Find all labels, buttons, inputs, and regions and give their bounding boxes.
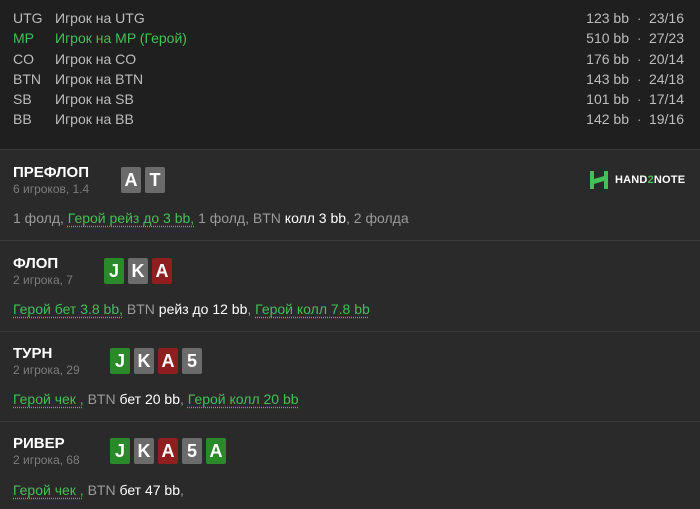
player-stack: 123 bb <box>586 10 629 26</box>
separator-dot: · <box>637 70 642 87</box>
street-title: ПРЕФЛОП <box>13 164 89 181</box>
hero-action: Герой бет 3.8 bb, <box>13 301 124 317</box>
street-actions: Герой чек , BTN бет 47 bb, <box>13 482 184 498</box>
player-stat: 27/23 <box>648 30 684 47</box>
hero-action: Герой колл 7.8 bb <box>255 301 370 317</box>
player-stat: 17/14 <box>648 91 684 108</box>
player-name: Игрок на UTG <box>55 10 145 26</box>
card: J <box>110 438 130 464</box>
separator-dot: · <box>637 30 642 47</box>
action-text: BTN <box>83 391 120 407</box>
card: 5 <box>182 348 202 374</box>
action-text: , <box>180 482 184 498</box>
card: A <box>152 258 172 284</box>
hole-cards: A T <box>121 167 165 193</box>
street-river: РИВЕР 2 игрока, 68 J K A 5 A Герой чек ,… <box>0 421 700 509</box>
opponent-action: колл 3 bb <box>284 210 347 226</box>
board-cards: J K A <box>104 258 172 284</box>
player-stat: 24/18 <box>648 70 684 87</box>
street-subtitle: 2 игрока, 29 <box>13 363 80 377</box>
street-subtitle: 2 игрока, 7 <box>13 273 73 287</box>
street-subtitle: 2 игрока, 68 <box>13 453 80 467</box>
street-title: РИВЕР <box>13 435 65 452</box>
player-position: BB <box>13 111 32 128</box>
action-text: 1 фолд, <box>13 210 68 226</box>
opponent-action: бет 20 bb <box>119 391 181 407</box>
hero-action: Герой колл 20 bb <box>187 391 299 407</box>
player-stack: 143 bb <box>586 70 629 87</box>
player-name: Игрок на BTN <box>55 70 144 87</box>
separator-dot: · <box>637 10 642 26</box>
player-name: Игрок на BB <box>55 111 134 128</box>
player-position: UTG <box>13 10 43 26</box>
card: K <box>134 348 154 374</box>
card: J <box>110 348 130 374</box>
action-text: , 2 фолда <box>346 210 409 226</box>
card: A <box>121 167 141 193</box>
player-stack: 510 bb <box>586 30 629 47</box>
street-flop: ФЛОП 2 игрока, 7 J K A Герой бет 3.8 bb,… <box>0 240 700 331</box>
player-stat: 19/16 <box>648 111 684 128</box>
player-stat: 23/16 <box>648 10 684 26</box>
street-preflop: ПРЕФЛОП 6 игроков, 1.4 A T HAND2NOTE 1 ф… <box>0 149 700 240</box>
action-text: BTN <box>123 301 159 317</box>
card: A <box>206 438 226 464</box>
street-title: ТУРН <box>13 345 53 362</box>
street-actions: Герой бет 3.8 bb, BTN рейз до 12 bb, Гер… <box>13 301 370 317</box>
hand2note-logo-icon <box>590 171 608 189</box>
hand2note-logo: HAND2NOTE <box>589 170 685 190</box>
street-actions: Герой чек , BTN бет 20 bb, Герой колл 20… <box>13 391 299 407</box>
street-actions: 1 фолд, Герой рейз до 3 bb, 1 фолд, BTN … <box>13 210 409 226</box>
player-row-sb: SB Игрок на SB 101 bb · 17/14 <box>0 89 700 109</box>
player-row-btn: BTN Игрок на BTN 143 bb · 24/18 <box>0 69 700 89</box>
card: J <box>104 258 124 284</box>
player-name: Игрок на CO <box>55 50 137 67</box>
action-text: 1 фолд, BTN <box>194 210 285 226</box>
player-stack: 142 bb <box>586 111 629 128</box>
player-stack: 101 bb <box>586 91 629 108</box>
player-row-bb: BB Игрок на BB 142 bb · 19/16 <box>0 109 700 129</box>
hero-action: Герой чек , <box>13 391 84 407</box>
player-row-co: CO Игрок на CO 176 bb · 20/14 <box>0 49 700 69</box>
player-stack: 176 bb <box>586 50 629 67</box>
action-text: BTN <box>83 482 120 498</box>
player-row-utg: UTG Игрок на UTG 123 bb · 23/16 <box>0 8 700 28</box>
player-name: Игрок на SB <box>55 91 134 108</box>
hand2note-logo-text: HAND2NOTE <box>615 174 686 186</box>
board-cards: J K A 5 A <box>110 438 226 464</box>
opponent-action: рейз до 12 bb <box>158 301 248 317</box>
card: K <box>134 438 154 464</box>
separator-dot: · <box>637 50 642 67</box>
player-stat: 20/14 <box>648 50 684 67</box>
separator-dot: · <box>637 91 642 108</box>
players-table: UTG Игрок на UTG 123 bb · 23/16 MP Игрок… <box>0 0 700 149</box>
action-text: , <box>180 391 188 407</box>
player-position: SB <box>13 91 32 108</box>
card: A <box>158 348 178 374</box>
separator-dot: · <box>637 111 642 128</box>
player-position: CO <box>13 50 34 67</box>
hero-action: Герой чек , <box>13 482 84 498</box>
hero-action: Герой рейз до 3 bb, <box>67 210 195 226</box>
opponent-action: бет 47 bb <box>119 482 181 498</box>
action-text: , <box>247 301 256 317</box>
street-subtitle: 6 игроков, 1.4 <box>13 182 90 196</box>
card: 5 <box>182 438 202 464</box>
board-cards: J K A 5 <box>110 348 202 374</box>
street-title: ФЛОП <box>13 255 59 272</box>
street-turn: ТУРН 2 игрока, 29 J K A 5 Герой чек , BT… <box>0 331 700 421</box>
card: T <box>145 167 165 193</box>
card: A <box>158 438 178 464</box>
player-position: MP <box>13 30 34 47</box>
card: K <box>128 258 148 284</box>
player-position: BTN <box>13 70 41 87</box>
player-row-mp-hero: MP Игрок на MP (Герой) 510 bb · 27/23 <box>0 28 700 48</box>
player-name: Игрок на MP (Герой) <box>55 30 187 47</box>
